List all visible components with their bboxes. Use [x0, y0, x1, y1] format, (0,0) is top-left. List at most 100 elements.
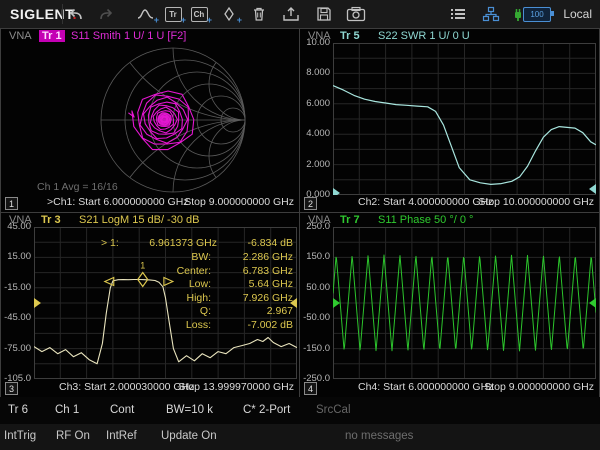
q2-footer: 2 Ch2: Start 4.000000000 GHz Stop 10.000…: [300, 195, 599, 212]
lan-icon[interactable]: [481, 5, 501, 23]
add-channel-icon[interactable]: Ch +: [189, 5, 212, 25]
marker-readout: > 1: 6.961373 GHz -6.834 dB BW: 2.286 GHz…: [101, 237, 293, 332]
plus-badge: +: [153, 15, 159, 25]
y-tick: -50.00: [303, 312, 330, 324]
smith-chart-plot[interactable]: [1, 43, 299, 197]
average-counter: Ch 1 Avg = 16/16: [37, 181, 118, 193]
trace1-button[interactable]: Tr 1: [39, 30, 65, 42]
add-trace-icon[interactable]: +: [136, 5, 159, 25]
save-icon[interactable]: [314, 5, 334, 23]
channel1-window[interactable]: VNA Tr 1 S11 Smith 1 U/ 1 U [F2] Ch 1 Av…: [0, 28, 300, 213]
cal-status-indicator: C* 2-Port: [243, 404, 291, 416]
channel4-window[interactable]: VNA Tr 7 S11 Phase 50 °/ 0 ° 250.0 150.0…: [299, 212, 600, 398]
center-label: Center:: [176, 264, 211, 277]
window-number-badge[interactable]: 4: [304, 382, 317, 395]
window-number-badge[interactable]: 3: [5, 382, 18, 395]
ch1-stop-label: Stop 9.000000000 GHz: [184, 196, 294, 208]
q4-header: VNA Tr 7 S11 Phase 50 °/ 0 °: [300, 213, 599, 227]
trash-icon[interactable]: [249, 5, 269, 23]
plus-badge: +: [236, 15, 242, 25]
plus-badge: +: [180, 15, 186, 25]
sweep-mode-indicator: Cont: [110, 404, 135, 416]
menu-icon[interactable]: [448, 5, 468, 23]
trace7-button[interactable]: Tr 7: [340, 214, 360, 226]
phase-plot[interactable]: [333, 227, 596, 379]
q-value: 2.967: [266, 305, 293, 317]
marker-value: -6.834 dB: [247, 237, 293, 249]
screenshot-icon[interactable]: [346, 5, 366, 23]
y-tick: 250.0: [306, 221, 330, 232]
add-marker-icon[interactable]: +: [219, 5, 242, 25]
low-label: Low:: [188, 278, 211, 290]
toolbar: SIGLENT. + Tr + Ch + + 100 Local: [0, 0, 600, 29]
battery-icon: 100: [523, 7, 554, 22]
vna-label: VNA: [9, 30, 32, 42]
marker-label: > 1:: [101, 237, 119, 249]
ch4-start-label: Ch4: Start 6.000000000 GHz: [358, 381, 494, 393]
add-trace-window-icon[interactable]: Tr +: [163, 5, 186, 25]
q3-footer: 3 Ch3: Start 2.000030000 GHz Stop 13.999…: [1, 380, 299, 397]
y-tick: 10.00: [306, 37, 330, 48]
trace5-button[interactable]: Tr 5: [340, 30, 360, 42]
q1-header: VNA Tr 1 S11 Smith 1 U/ 1 U [F2]: [1, 29, 299, 43]
recall-icon[interactable]: [281, 5, 301, 23]
high-label: High:: [186, 291, 211, 304]
marker-frequency: 6.961373 GHz: [149, 237, 217, 249]
ch3-start-label: Ch3: Start 2.000030000 GHz: [59, 381, 195, 393]
y-tick: 50.00: [306, 281, 330, 293]
q4-footer: 4 Ch4: Start 6.000000000 GHz Stop 9.0000…: [300, 380, 599, 397]
q3-header: VNA Tr 3 S21 LogM 15 dB/ -30 dB: [1, 213, 299, 227]
y-tick: 15.00: [7, 251, 31, 263]
y-tick: -45.00: [4, 312, 31, 324]
local-mode-label[interactable]: Local: [563, 7, 592, 21]
y-tick: -15.00: [4, 281, 31, 293]
srccal-indicator: SrcCal: [316, 404, 351, 416]
center-value: 6.783 GHz: [242, 264, 293, 277]
high-value: 7.926 GHz: [242, 291, 293, 304]
bw-label: BW:: [191, 251, 211, 263]
low-value: 5.64 GHz: [248, 278, 293, 290]
ch4-stop-label: Stop 9.000000000 GHz: [484, 381, 594, 393]
y-tick: 4.000: [306, 128, 330, 140]
y-tick: -150.0: [303, 342, 330, 354]
ch2-start-label: Ch2: Start 4.000000000 GHz: [358, 196, 494, 208]
trace5-format-label: S22 SWR 1 U/ 0 U: [378, 30, 470, 42]
loss-label: Loss:: [185, 318, 211, 331]
y-tick: 150.0: [306, 251, 330, 263]
undo-icon[interactable]: [66, 5, 86, 23]
y-tick: 2.000: [306, 158, 330, 170]
q1-footer: 1 >Ch1: Start 6.000000000 GHz Stop 9.000…: [1, 195, 299, 212]
ch1-start-label: >Ch1: Start 6.000000000 GHz: [47, 196, 189, 208]
y-tick: 45.00: [7, 221, 31, 232]
trace3-button[interactable]: Tr 3: [41, 214, 61, 226]
message-area: no messages: [345, 430, 414, 442]
ch2-stop-label: Stop 10.000000000 GHz: [478, 196, 594, 208]
ch3-stop-label: Stop 13.999970000 GHz: [178, 381, 294, 393]
update-indicator: Update On: [161, 430, 217, 442]
active-channel-indicator: Ch 1: [55, 404, 80, 416]
trigger-indicator: IntTrig: [4, 430, 37, 442]
trace1-format-label: S11 Smith 1 U/ 1 U [F2]: [71, 30, 187, 42]
status-bar: Tr 6 Ch 1 Cont BW=10 k C* 2-Port SrcCal: [0, 397, 600, 424]
q-label: Q:: [199, 305, 211, 317]
channel3-window[interactable]: VNA Tr 3 S21 LogM 15 dB/ -30 dB 45.00 15…: [0, 212, 300, 398]
active-trace-indicator: Tr 6: [8, 404, 29, 416]
rf-indicator: RF On: [56, 430, 90, 442]
window-number-badge[interactable]: 2: [304, 197, 317, 210]
q2-header: VNA Tr 5 S22 SWR 1 U/ 0 U: [300, 29, 599, 43]
y-tick: 8.000: [306, 67, 330, 79]
trace7-format-label: S11 Phase 50 °/ 0 °: [378, 214, 474, 226]
y-tick: -75.00: [4, 342, 31, 354]
bottom-bar: IntTrig RF On IntRef Update On no messag…: [0, 424, 600, 450]
ifbw-indicator: BW=10 k: [166, 404, 213, 416]
toolbar-separator: [62, 4, 63, 24]
plus-badge: +: [206, 15, 212, 25]
swr-plot[interactable]: [333, 43, 596, 195]
trace3-format-label: S21 LogM 15 dB/ -30 dB: [79, 214, 200, 226]
redo-icon[interactable]: [96, 5, 116, 23]
channel2-window[interactable]: VNA Tr 5 S22 SWR 1 U/ 0 U 10.00 8.000 6.…: [299, 28, 600, 213]
window-number-badge[interactable]: 1: [5, 197, 18, 210]
y-tick: 6.000: [306, 97, 330, 109]
bw-value: 2.286 GHz: [242, 251, 293, 263]
loss-value: -7.002 dB: [247, 318, 293, 331]
